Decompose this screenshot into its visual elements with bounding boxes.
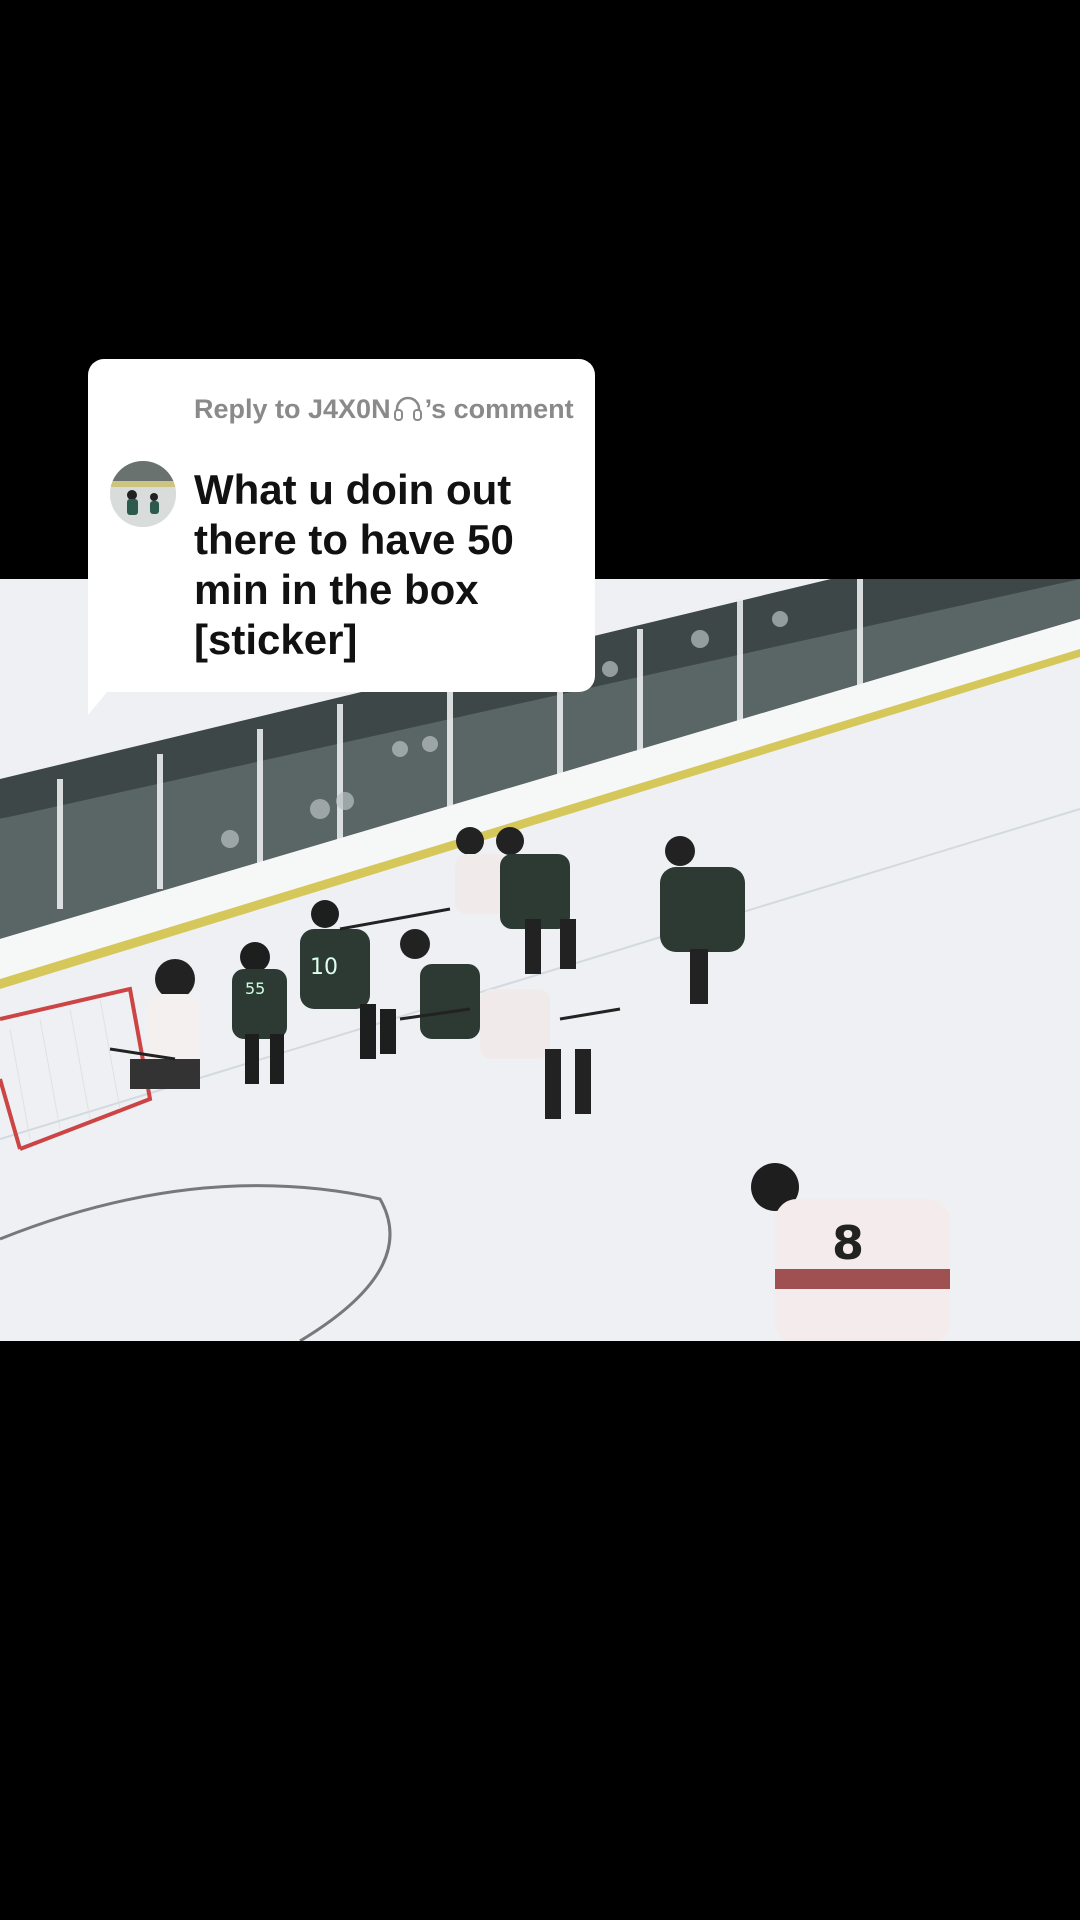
screen: 55 10 8 Reply to J4X0N ’s comment What u… xyxy=(0,0,1080,1920)
headphones-icon xyxy=(393,396,422,421)
jersey-8: 8 xyxy=(832,1216,864,1270)
reply-comment-text: What u doin out there to have 50 min in … xyxy=(194,466,514,663)
reply-header-prefix: Reply to J4X0N xyxy=(194,394,391,424)
jersey-55: 55 xyxy=(245,979,265,998)
reply-card-tail xyxy=(88,679,118,715)
reply-header: Reply to J4X0N ’s comment xyxy=(194,392,574,426)
video-frame-scene: 55 10 8 xyxy=(0,579,1080,1341)
avatar xyxy=(110,461,176,527)
reply-header-suffix: ’s comment xyxy=(424,394,574,424)
jersey-10: 10 xyxy=(310,955,338,980)
reply-comment-card[interactable]: Reply to J4X0N ’s comment What u doin ou… xyxy=(88,359,595,715)
video-player[interactable]: 55 10 8 xyxy=(0,579,1080,1341)
